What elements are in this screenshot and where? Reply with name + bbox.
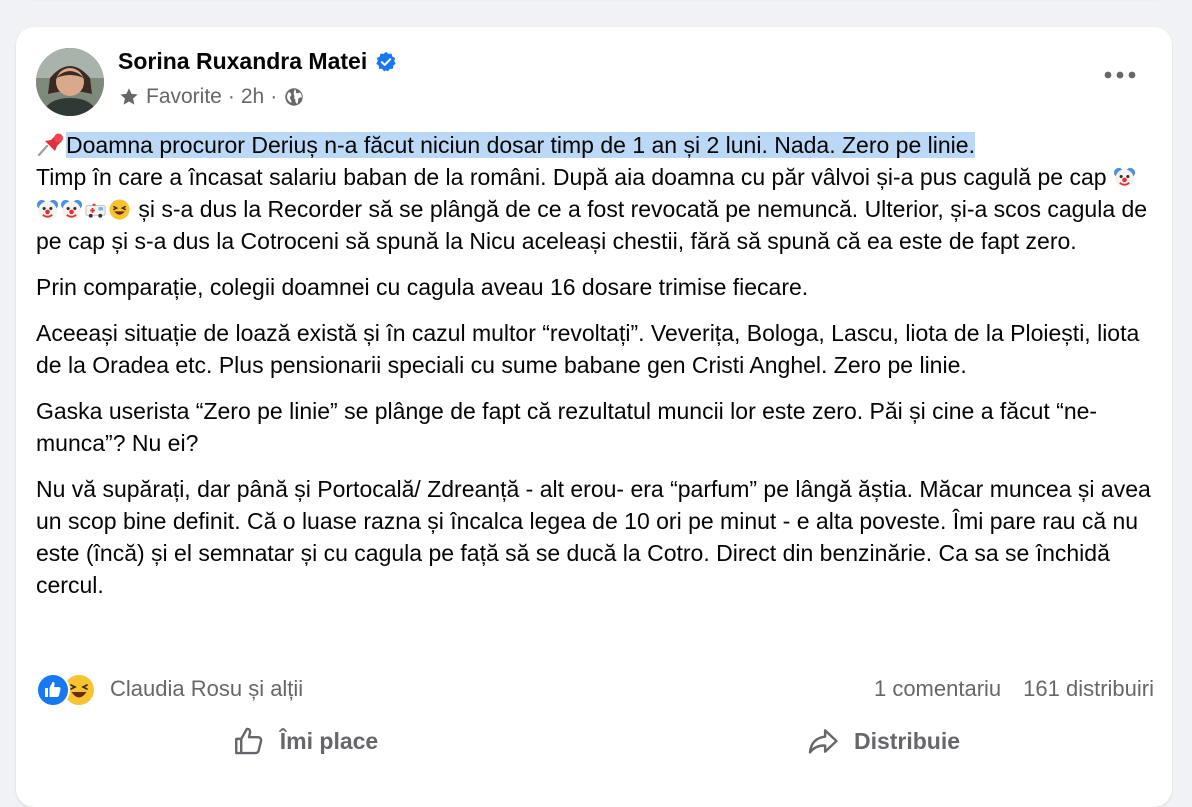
meta-separator: · [270,85,278,108]
post-stats: 1 comentariu 161 distribuiri [874,676,1154,702]
audience-label[interactable]: Favorite [146,85,222,109]
like-button[interactable]: Îmi place [16,715,594,767]
post-text-line: și s-a dus la Recorder să se plângă de c… [36,196,1148,254]
post-body: Doamna procuror Deriuș n-a făcut niciun … [36,129,1154,615]
avatar[interactable] [36,48,104,116]
share-arrow-icon [808,729,838,754]
post-paragraph: Nu vă supărați, dar până și Portocală/ Z… [36,476,1151,598]
post-text-line: Timp în care a încasat salariu baban de … [36,164,1107,190]
more-options-button[interactable] [1100,63,1140,87]
clown-face-emoji [60,197,83,220]
ambulance-emoji [84,197,107,220]
share-button[interactable]: Distribuie [594,715,1172,767]
reaction-icons[interactable] [36,673,102,707]
action-bar: Îmi place Distribuie [16,715,1172,767]
author-name-text[interactable]: Sorina Ruxandra Matei [118,48,367,75]
star-icon [118,86,140,108]
author-name[interactable]: Sorina Ruxandra Matei [118,48,397,75]
laughing-emoji [108,197,131,220]
post-paragraph: Prin comparație, colegii doamnei cu cagu… [36,274,809,300]
share-button-label[interactable]: Distribuie [854,728,960,755]
reactions-bar: Claudia Rosu și alții 1 comentariu 161 d… [36,672,1154,707]
meta-separator: · [227,85,235,108]
thumbs-up-icon [234,727,263,755]
reaction-names[interactable]: Claudia Rosu și alții [110,676,303,702]
like-icon [36,673,70,707]
post-card: Sorina Ruxandra Matei Favorite · 2h · Do… [16,27,1172,807]
highlighted-text: Doamna procuror Deriuș n-a făcut niciun … [66,132,975,158]
clown-face-emoji [1113,165,1136,188]
post-time[interactable]: 2h [241,85,264,109]
verified-badge-icon [375,51,397,73]
post-paragraph: Gaska userista “Zero pe linie” se plânge… [36,398,1098,456]
share-count[interactable]: 161 distribuiri [1023,676,1154,702]
comment-count[interactable]: 1 comentariu [874,676,1001,702]
like-button-label[interactable]: Îmi place [280,728,378,755]
more-dots-icon [1104,71,1136,79]
globe-icon[interactable] [283,86,305,108]
clown-face-emoji [36,197,59,220]
post-paragraph: Doamna procuror Deriuș n-a făcut niciun … [36,129,1154,257]
post-meta: Favorite · 2h · [118,85,305,109]
pushpin-icon [36,132,66,157]
post-paragraph: Aceeași situație de loază există și în c… [36,320,1140,378]
